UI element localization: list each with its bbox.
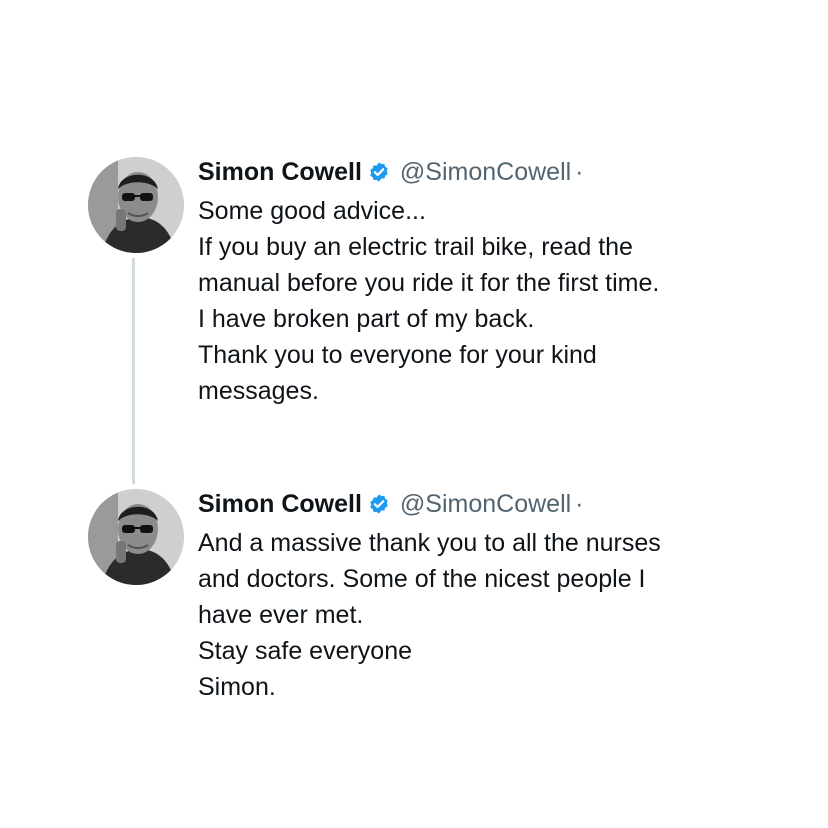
tweet-text-line: Thank you to everyone for your kind — [198, 341, 597, 369]
tweet-text: Some good advice... If you buy an electr… — [198, 193, 798, 409]
avatar[interactable] — [88, 489, 184, 585]
user-handle[interactable]: @SimonCowell — [400, 490, 571, 519]
tweet-header: Simon Cowell @SimonCowell · — [198, 489, 798, 519]
tweet-text-line: Stay safe everyone — [198, 637, 413, 665]
tweet-body: Simon Cowell @SimonCowell · And a massiv… — [198, 489, 798, 705]
display-name[interactable]: Simon Cowell — [198, 490, 362, 519]
tweet-text-line: If you buy an electric trail bike, read … — [198, 233, 633, 261]
tweet-text-line: I have broken part of my back. — [198, 305, 535, 333]
tweet-text-line: messages. — [198, 377, 319, 405]
separator-dot: · — [575, 157, 584, 186]
tweet-text-line: have ever met. — [198, 601, 364, 629]
user-handle[interactable]: @SimonCowell — [400, 158, 571, 187]
profile-photo-icon — [88, 157, 184, 253]
profile-photo-icon — [88, 489, 184, 585]
separator-dot: · — [575, 489, 584, 518]
tweet-text-line: Simon. — [198, 673, 276, 701]
tweet-text-line: manual before you ride it for the first … — [198, 269, 660, 297]
tweet-text: And a massive thank you to all the nurse… — [198, 525, 798, 705]
tweet-body: Simon Cowell @SimonCowell · Some good ad… — [198, 157, 798, 409]
avatar[interactable] — [88, 157, 184, 253]
tweet-thread-screenshot: Simon Cowell @SimonCowell · Some good ad… — [0, 0, 828, 828]
display-name[interactable]: Simon Cowell — [198, 158, 362, 187]
thread-connector-line — [132, 258, 135, 484]
tweet-text-line: And a massive thank you to all the nurse… — [198, 529, 661, 557]
verified-badge-icon — [368, 161, 390, 183]
tweet-text-line: Some good advice... — [198, 197, 426, 225]
verified-badge-icon — [368, 493, 390, 515]
tweet-text-line: and doctors. Some of the nicest people I — [198, 565, 646, 593]
tweet-header: Simon Cowell @SimonCowell · — [198, 157, 798, 187]
